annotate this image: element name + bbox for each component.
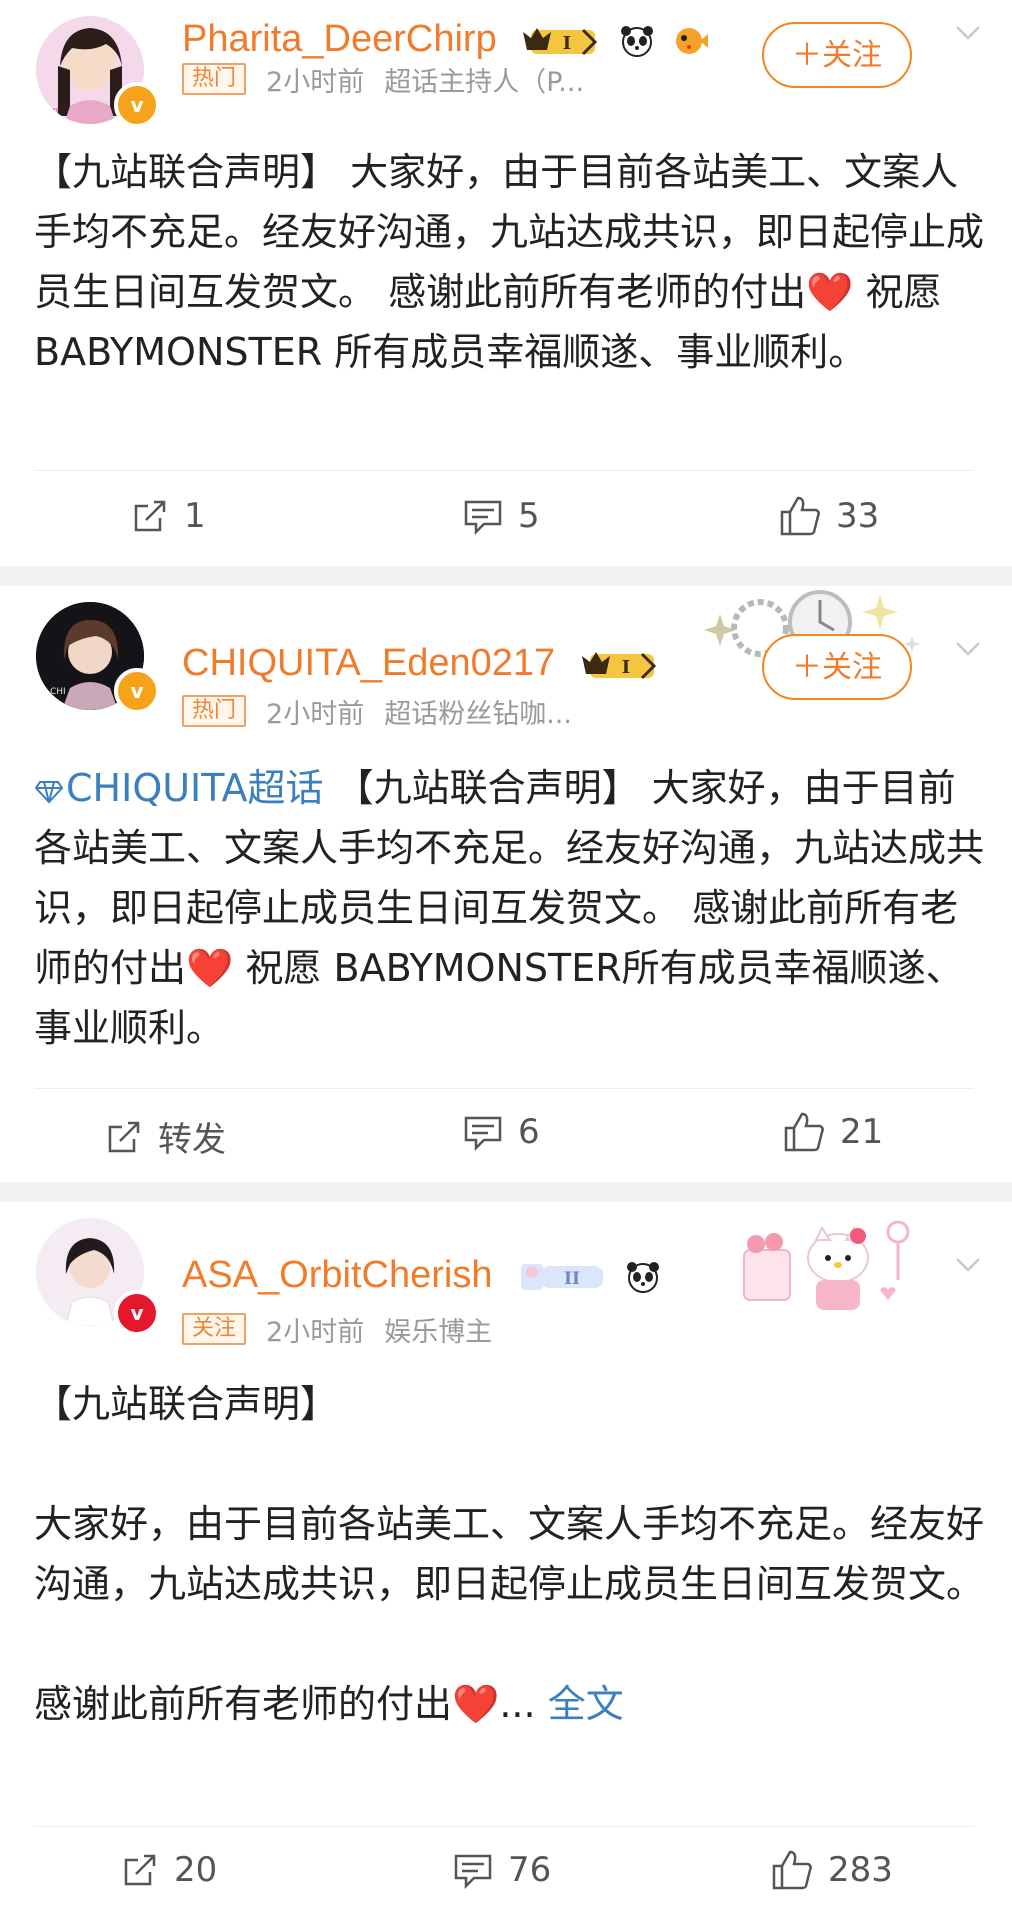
post-paragraph: 大家好，由于目前各站美工、文案人手均不充足。经友好沟通，九站达成共识，即日起停止…	[34, 1502, 985, 1606]
post-actions: 20 76 283	[0, 1842, 1012, 1902]
username-row: Pharita_DeerChirp I	[182, 18, 709, 61]
post-actions: 1 5 33	[0, 488, 1012, 548]
comment-button[interactable]: 5	[462, 496, 540, 536]
svg-text:CHI: CHI	[50, 687, 66, 697]
post-source[interactable]: 娱乐博主	[384, 1310, 492, 1349]
divider	[34, 470, 974, 471]
post-paragraph: 感谢此前所有老师的付出❤️... 全文	[34, 1682, 624, 1726]
share-icon	[124, 1854, 156, 1886]
divider	[34, 1088, 974, 1089]
chevron-down-icon[interactable]	[954, 634, 982, 662]
post-actions: 转发 6 21	[0, 1104, 1012, 1164]
share-icon	[134, 500, 166, 532]
hot-tag: 热门	[182, 63, 247, 95]
like-button[interactable]: 33	[778, 494, 879, 538]
post-meta: 热门 2小时前 超话主持人（P...	[182, 60, 584, 99]
verified-icon: v	[114, 668, 160, 714]
post-card[interactable]: CHI v CHIQUITA_Eden0217 I 热门 2小时前 超话粉丝钻咖…	[0, 586, 1012, 1182]
comment-icon	[464, 1116, 502, 1152]
pufferfish-icon	[676, 27, 709, 54]
avatar[interactable]: v	[30, 1216, 160, 1336]
chevron-down-icon[interactable]	[954, 1250, 982, 1278]
comment-icon	[454, 1854, 492, 1890]
follow-tag: 关注	[182, 1313, 247, 1345]
post-text: 【九站联合声明】 大家好，由于目前各站美工、文案人手均不充足。经友好沟通，九站达…	[34, 150, 985, 374]
svg-text:I: I	[563, 33, 571, 54]
comment-button[interactable]: 76	[452, 1850, 551, 1890]
post-card[interactable]: v ASA_OrbitCherish II 关注 2小时前 娱乐博主 【九站联合…	[0, 1202, 1012, 1920]
panda-icon	[626, 1261, 659, 1293]
hot-tag: 热门	[182, 695, 247, 727]
heart-icon: ❤️	[452, 1682, 500, 1726]
divider	[34, 1826, 974, 1827]
decorative-hello-kitty-badge-icon	[743, 1220, 910, 1310]
verified-icon: v	[114, 1290, 160, 1336]
diamond-icon	[34, 780, 64, 803]
svg-text:II: II	[564, 1269, 580, 1289]
svg-text:I: I	[622, 657, 630, 678]
crown-level-badge-icon: I	[523, 27, 598, 56]
comment-button[interactable]: 6	[462, 1112, 540, 1152]
username-row: ASA_OrbitCherish II	[182, 1254, 660, 1297]
thumbs-up-icon	[772, 1850, 812, 1890]
panda-icon	[620, 25, 653, 57]
post-source[interactable]: 超话主持人（P...	[384, 60, 584, 99]
post-paragraph: 【九站联合声明】	[34, 1382, 339, 1426]
thumbs-up-icon	[780, 496, 820, 536]
like-button[interactable]: 283	[770, 1848, 893, 1892]
post-meta: 热门 2小时前 超话粉丝钻咖...	[182, 692, 572, 731]
verified-icon: v	[114, 82, 160, 128]
level-badge-icon: II	[521, 1263, 604, 1290]
username[interactable]: CHIQUITA_Eden0217	[182, 642, 555, 684]
like-button[interactable]: 21	[782, 1110, 883, 1154]
post-meta: 关注 2小时前 娱乐博主	[182, 1310, 492, 1349]
repost-button[interactable]: 1	[130, 496, 206, 536]
repost-button[interactable]: 20	[120, 1850, 217, 1890]
crown-level-badge-icon: I	[581, 651, 656, 680]
post-text: 【九站联合声明】 大家好，由于目前各站美工、文案人手均不充足。经友好沟通，九站达…	[34, 1374, 984, 1734]
heart-icon: ❤️	[186, 946, 234, 990]
avatar[interactable]: ʊʊ v	[30, 14, 160, 128]
comment-icon	[464, 500, 502, 536]
username[interactable]: Pharita_DeerChirp	[182, 18, 497, 60]
post-card[interactable]: ʊʊ v Pharita_DeerChirp I 热门 2小时前 超话主持人（P…	[0, 0, 1012, 566]
username-row: CHIQUITA_Eden0217 I	[182, 642, 660, 685]
post-time: 2小时前	[266, 698, 365, 730]
share-icon	[108, 1121, 140, 1152]
svg-text:ʊʊ: ʊʊ	[46, 106, 58, 117]
username[interactable]: ASA_OrbitCherish	[182, 1254, 492, 1296]
post-text: CHIQUITA超话 【九站联合声明】 大家好，由于目前各站美工、文案人手均不充…	[34, 766, 985, 1050]
heart-icon: ❤️	[806, 270, 854, 314]
chevron-down-icon[interactable]	[954, 18, 982, 46]
full-text-link[interactable]: 全文	[548, 1682, 624, 1726]
thumbs-up-icon	[784, 1112, 824, 1152]
post-time: 2小时前	[266, 66, 365, 98]
post-source[interactable]: 超话粉丝钻咖...	[384, 692, 572, 731]
follow-button[interactable]: ＋关注	[762, 22, 912, 88]
avatar[interactable]: CHI v	[30, 600, 160, 714]
follow-button[interactable]: ＋关注	[762, 634, 912, 700]
repost-button[interactable]: 转发	[104, 1112, 226, 1161]
post-time: 2小时前	[266, 1316, 365, 1348]
topic-link[interactable]: CHIQUITA超话	[34, 766, 324, 810]
